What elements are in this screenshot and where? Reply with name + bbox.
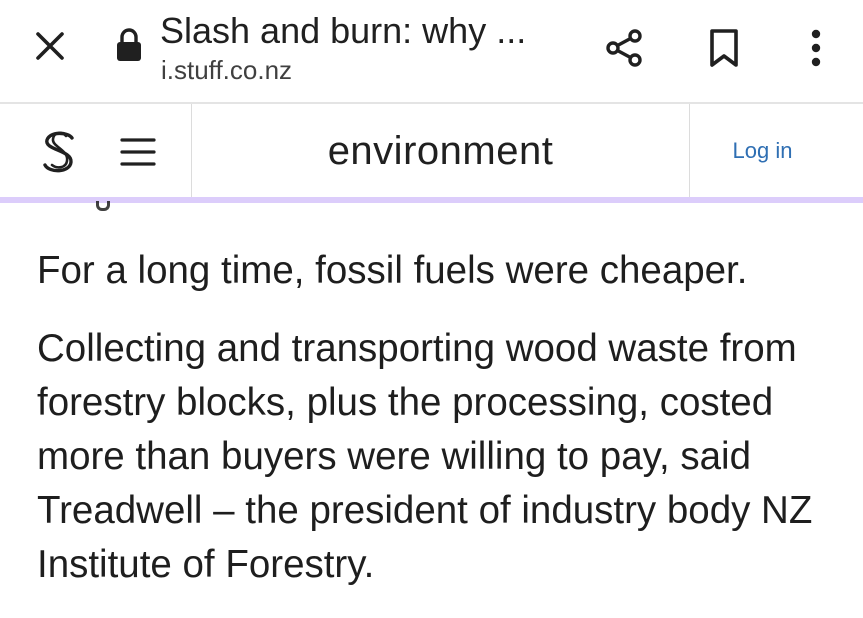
page-title[interactable]: Slash and burn: why ... <box>160 10 526 52</box>
browser-toolbar: Slash and burn: why ... i.stuff.co.nz <box>0 0 863 104</box>
page-url[interactable]: i.stuff.co.nz <box>161 54 292 86</box>
lock-icon <box>117 28 141 61</box>
hamburger-icon[interactable] <box>116 132 160 172</box>
header-accent-bar <box>0 197 863 203</box>
stuff-logo-icon[interactable] <box>36 128 82 176</box>
section-title: environment <box>327 129 554 173</box>
close-icon <box>36 32 64 60</box>
clipped-text-fragment <box>96 201 110 211</box>
bookmark-icon <box>710 29 738 67</box>
article-paragraph: Collecting and transporting wood waste f… <box>37 327 813 586</box>
login-link[interactable]: Log in <box>690 136 835 166</box>
article-paragraph: For a long time, fossil fuels were cheap… <box>37 249 748 292</box>
more-options-button[interactable] <box>792 24 840 72</box>
bookmark-button[interactable] <box>700 24 748 72</box>
close-button[interactable] <box>30 26 70 66</box>
share-icon <box>606 29 642 67</box>
site-header: environment Log in <box>0 104 863 198</box>
more-vert-icon <box>811 29 821 67</box>
article-body: For a long time, fossil fuels were cheap… <box>37 244 847 592</box>
share-button[interactable] <box>600 24 648 72</box>
